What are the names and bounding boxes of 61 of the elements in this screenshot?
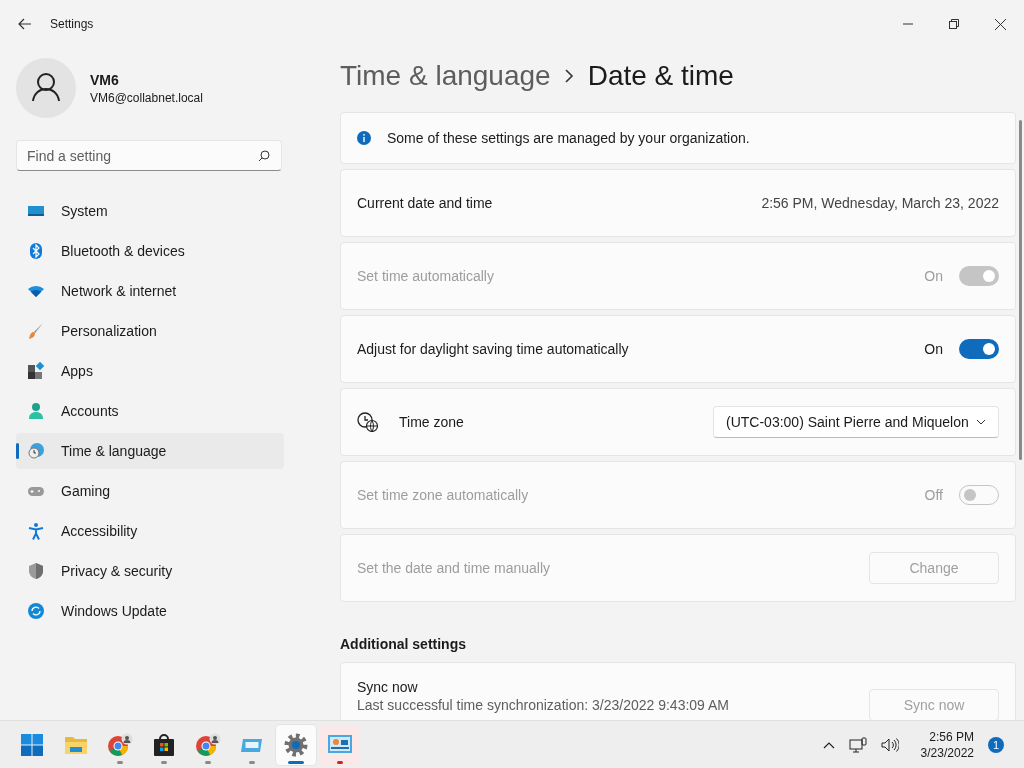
avatar-icon [16,58,76,118]
breadcrumb-parent[interactable]: Time & language [340,60,551,92]
clock-globe-icon [357,412,379,432]
setting-label: Adjust for daylight saving time automatically [357,341,629,357]
nav-item[interactable]: Gaming [16,473,284,509]
window-title: Settings [50,17,94,31]
toggle-state: Off [924,487,943,503]
nav-item[interactable]: Personalization [16,313,284,349]
browser-icon [107,732,133,757]
banner-text: Some of these settings are managed by your organization. [387,130,750,146]
close-icon[interactable] [995,18,1006,30]
scrollbar[interactable] [1019,120,1022,460]
store-bag-icon [152,732,176,757]
user-name: VM6 [90,71,120,88]
shield-icon [27,562,45,580]
chevron-down-icon [976,419,986,425]
section-heading: Additional settings [340,636,467,652]
chevron-right-icon [564,69,574,83]
accessibility-icon [27,522,45,540]
setting-label: Current date and time [357,195,493,211]
update-icon [27,602,45,620]
clock-globe-icon [27,442,45,460]
user-email: VM6@collabnet.local [90,90,203,105]
chevron-up-icon[interactable] [822,740,835,749]
apps-icon [27,362,45,380]
toggle-state: On [924,268,943,284]
nav-item[interactable]: Bluetooth & devices [16,233,284,269]
windows-logo-icon [20,732,44,757]
nav-item[interactable]: Apps [16,353,284,389]
notification-badge[interactable]: 1 [988,736,1004,753]
sync-detail: Last successful time synchronization: 3/23/2022 9:43:09 AM [357,697,730,713]
setting-label: Set time zone automatically [357,487,529,503]
setting-value: 2:56 PM, Wednesday, March 23, 2022 [761,195,999,211]
nav-item[interactable]: Windows Update [16,593,284,629]
search-icon [258,150,270,162]
toggle-switch[interactable] [959,339,999,359]
nav-item[interactable]: Accessibility [16,513,284,549]
bluetooth-icon [27,242,45,260]
nav-item[interactable]: Network & internet [16,273,284,309]
maximize-icon[interactable] [949,19,959,29]
setting-label: Set time automatically [357,268,494,284]
setting-label: Set the date and time manually [357,560,550,576]
browser-icon [195,732,221,757]
monitor-app-icon [327,733,353,756]
volume-icon[interactable] [880,737,899,752]
nav-item[interactable]: Privacy & security [16,553,284,589]
info-icon [357,131,371,145]
nav-item[interactable]: Accounts [16,393,284,429]
time-zone-dropdown[interactable]: (UTC-03:00) Saint Pierre and Miquelon [713,406,999,438]
back-icon[interactable] [18,18,32,30]
network-icon[interactable] [848,736,867,753]
nav-item[interactable]: System [16,193,284,229]
person-icon [27,402,45,420]
settings-icon [284,732,308,757]
nav-item[interactable]: Time & language [16,433,284,469]
taskbar-clock[interactable]: 2:56 PM 3/23/2022 [920,729,974,760]
search-field[interactable]: Find a setting [16,140,282,171]
page-title: Date & time [587,60,734,92]
setting-label: Time zone [399,414,464,430]
sync-title: Sync now [357,679,419,695]
toggle-state: On [924,341,943,357]
